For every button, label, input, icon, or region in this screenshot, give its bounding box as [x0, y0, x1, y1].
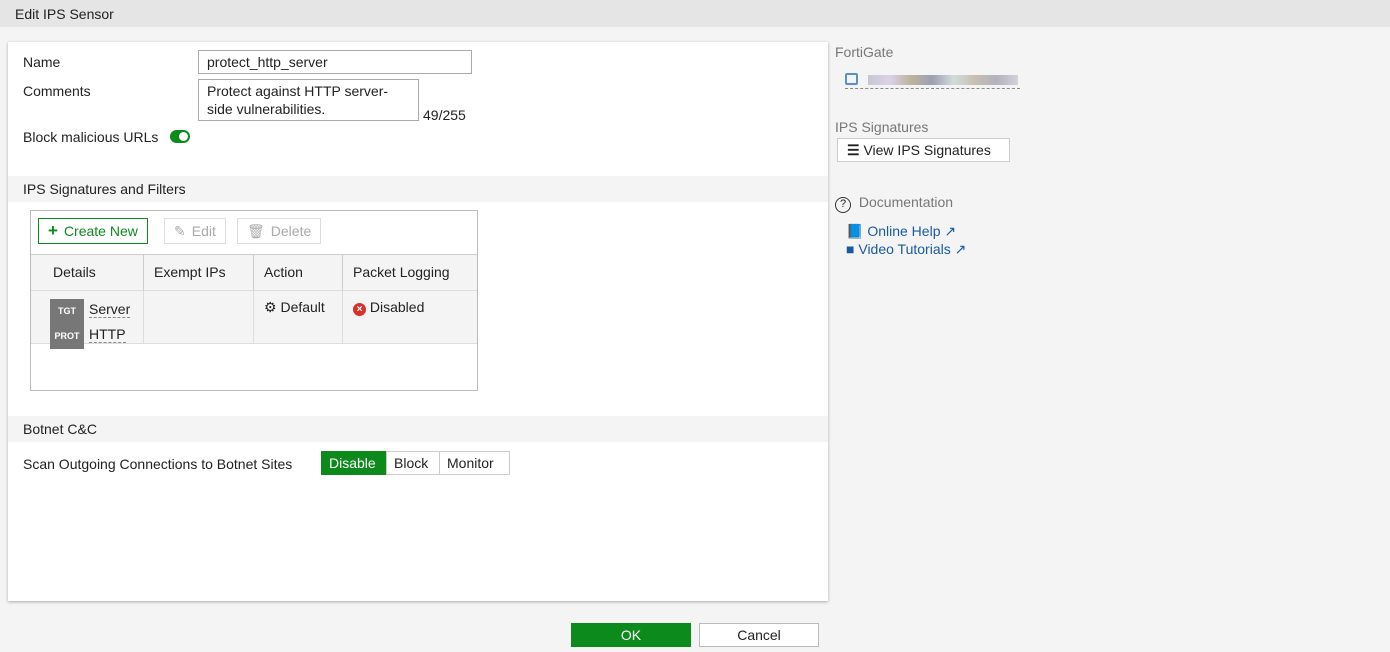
packet-logging-cell: × Disabled: [343, 291, 477, 344]
fortigate-heading: FortiGate: [835, 44, 893, 60]
create-new-label: Create New: [64, 223, 138, 239]
col-exempt-ips[interactable]: Exempt IPs: [144, 254, 254, 291]
prot-tag: PROT: [50, 324, 84, 349]
plus-icon: +: [48, 221, 58, 241]
comments-count: 49/255: [423, 107, 466, 123]
view-ips-signatures-label: View IPS Signatures: [863, 142, 990, 158]
ok-button[interactable]: OK: [571, 623, 691, 647]
edit-label: Edit: [192, 223, 216, 239]
comments-label: Comments: [23, 83, 91, 99]
view-ips-signatures-button[interactable]: ☰ View IPS Signatures: [837, 138, 1010, 162]
action-value: Default: [280, 299, 324, 315]
list-icon: ☰: [847, 142, 860, 158]
signatures-table: + Create New ✎ Edit 🗑 Delete Details Exempt…: [30, 210, 478, 391]
documentation-heading: ? Documentation: [835, 194, 953, 213]
documentation-label: Documentation: [859, 194, 953, 210]
col-details[interactable]: Details: [31, 254, 144, 291]
dialog-title: Edit IPS Sensor: [0, 0, 1390, 27]
botnet-monitor-option[interactable]: Monitor: [439, 451, 510, 475]
online-help-label: Online Help: [867, 223, 940, 239]
ips-signatures-heading: IPS Signatures: [835, 119, 928, 135]
action-cell: ⚙ Default: [254, 291, 343, 344]
online-help-link[interactable]: 📘 Online Help ↗: [846, 223, 956, 240]
external-link-icon: ↗: [944, 223, 956, 239]
cancel-button[interactable]: Cancel: [699, 623, 819, 647]
video-tutorials-label: Video Tutorials: [858, 241, 950, 257]
section-signatures: IPS Signatures and Filters: [8, 176, 828, 202]
col-action[interactable]: Action: [254, 254, 343, 291]
book-icon: 📘: [846, 223, 863, 239]
exempt-ips-cell: [144, 291, 254, 344]
packet-logging-value: Disabled: [370, 299, 424, 315]
botnet-disable-option[interactable]: Disable: [321, 451, 387, 475]
fortigate-device-link[interactable]: [845, 72, 1020, 89]
target-value[interactable]: Server: [89, 301, 130, 318]
blurred-device-name: [868, 75, 1018, 85]
botnet-block-option[interactable]: Block: [386, 451, 440, 475]
edit-button[interactable]: ✎ Edit: [164, 218, 226, 244]
tgt-tag: TGT: [50, 299, 84, 324]
block-urls-toggle[interactable]: [170, 130, 190, 143]
delete-label: Delete: [271, 223, 311, 239]
video-tutorials-link[interactable]: ■ Video Tutorials ↗: [846, 241, 966, 258]
scan-botnet-label: Scan Outgoing Connections to Botnet Site…: [23, 456, 292, 472]
comments-textarea[interactable]: Protect against HTTP server-side vulnera…: [198, 79, 419, 121]
form-card: Name protect_http_server Comments Protec…: [8, 42, 828, 601]
table-row-details[interactable]: TGTServer PROTHTTP: [31, 291, 144, 344]
block-urls-label: Block malicious URLs: [23, 129, 158, 145]
section-botnet: Botnet C&C: [8, 416, 828, 442]
gear-icon: ⚙: [264, 299, 277, 315]
name-label: Name: [23, 54, 60, 70]
protocol-value[interactable]: HTTP: [89, 326, 126, 343]
error-circle-icon: ×: [353, 303, 366, 316]
trash-icon: 🗑: [247, 223, 265, 240]
create-new-button[interactable]: + Create New: [38, 218, 148, 244]
col-packet-logging[interactable]: Packet Logging: [343, 254, 477, 291]
name-input[interactable]: protect_http_server: [198, 50, 472, 74]
delete-button[interactable]: 🗑 Delete: [237, 218, 321, 244]
question-circle-icon: ?: [835, 197, 851, 213]
pencil-icon: ✎: [174, 223, 186, 240]
external-link-icon: ↗: [955, 241, 967, 257]
device-icon: [845, 73, 858, 85]
video-camera-icon: ■: [846, 241, 854, 257]
